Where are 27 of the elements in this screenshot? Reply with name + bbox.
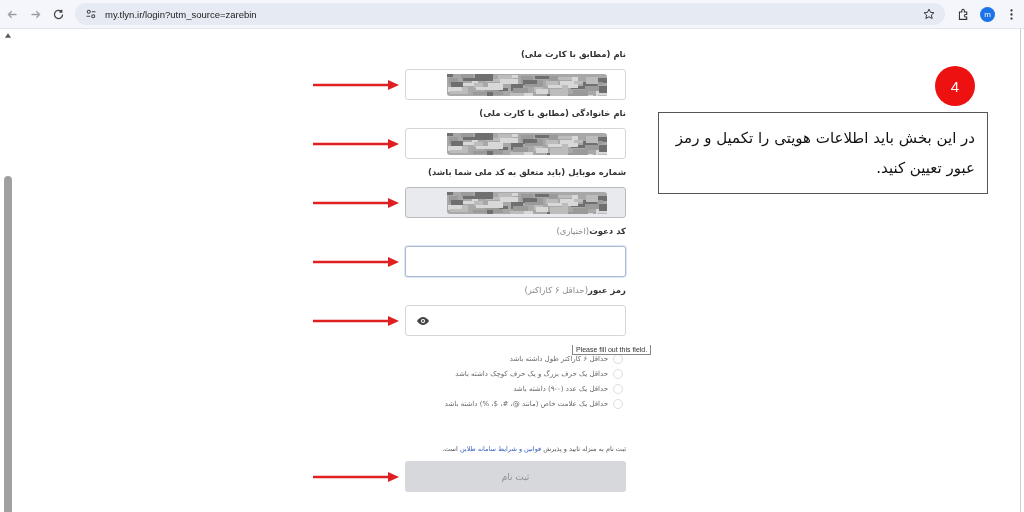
input-field[interactable] [405, 69, 626, 100]
step-number: 4 [935, 66, 975, 106]
site-settings-icon[interactable] [85, 8, 97, 20]
arrow-icon [313, 197, 399, 208]
field-label: کد دعوت(اختیاری) [555, 226, 626, 238]
reload-icon[interactable] [52, 7, 65, 21]
arrow-icon [313, 315, 399, 326]
scroll-up-icon[interactable] [5, 33, 11, 38]
field-label: رمز عبور(حداقل ۶ کاراکتر) [523, 285, 626, 297]
address-bar[interactable]: my.tlyn.ir/login?utm_source=zarebin [75, 3, 945, 25]
input-field[interactable] [405, 246, 626, 277]
arrow-icon [313, 79, 399, 90]
arrow-icon [313, 256, 399, 267]
arrow-icon [313, 138, 399, 149]
field-label: نام خانوادگی (مطابق با کارت ملی) [478, 108, 626, 120]
url-text: my.tlyn.ir/login?utm_source=zarebin [105, 8, 258, 20]
extensions-icon[interactable] [957, 7, 970, 21]
star-icon[interactable] [923, 8, 935, 20]
eye-icon[interactable] [416, 315, 430, 326]
input-field[interactable] [405, 128, 626, 159]
field-label: شماره موبایل (باید متعلق به کد ملی شما باشد) [427, 167, 626, 179]
arrow-icon [313, 471, 399, 482]
profile-avatar[interactable]: m [980, 6, 995, 22]
scrollbar-thumb[interactable] [4, 176, 12, 512]
input-field[interactable] [405, 305, 626, 336]
field-label: نام (مطابق با کارت ملی) [519, 49, 626, 61]
annotation-text: در این بخش باید اطلاعات هویتی را تکمیل و رمز عبور تعیین کنید. [658, 112, 988, 194]
